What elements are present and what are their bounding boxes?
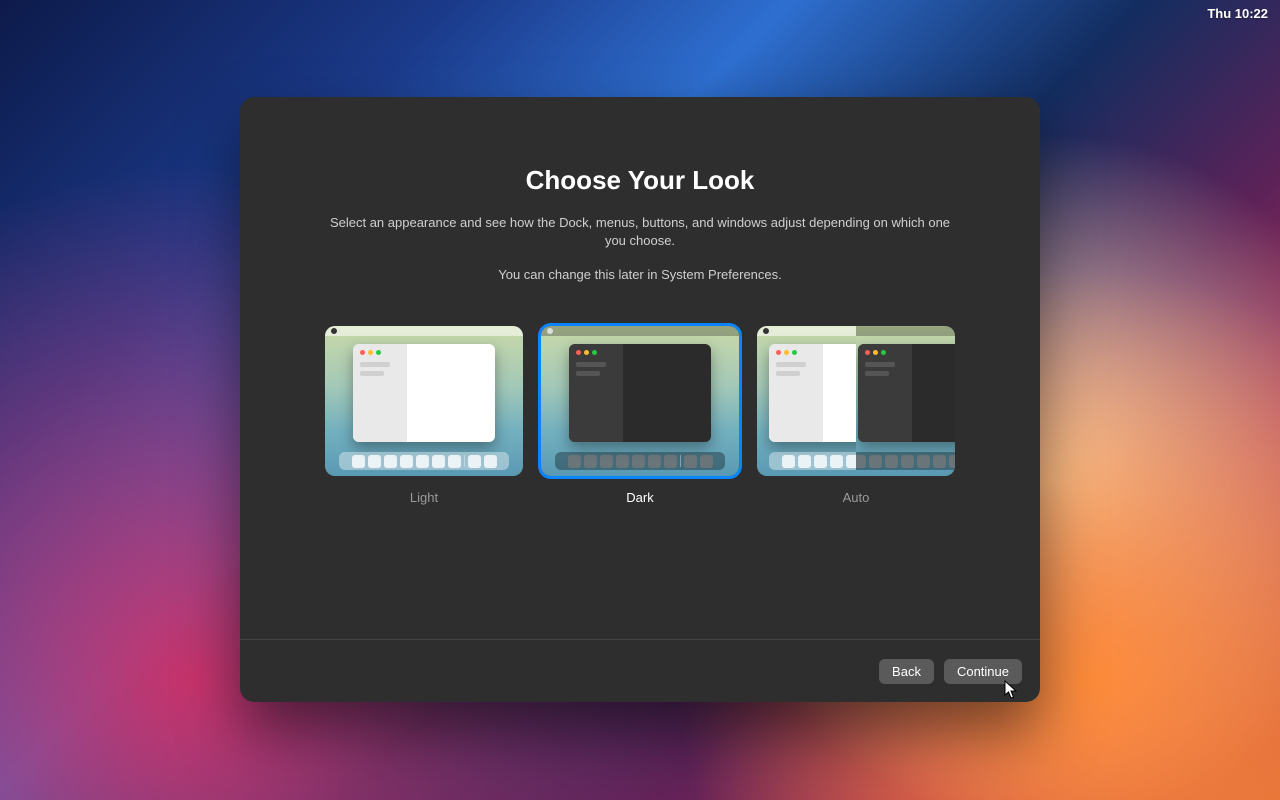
- appearance-option-auto[interactable]: Auto: [757, 326, 955, 505]
- dialog-hint: You can change this later in System Pref…: [498, 267, 782, 282]
- continue-button[interactable]: Continue: [944, 659, 1022, 684]
- appearance-setup-dialog: Choose Your Look Select an appearance an…: [240, 97, 1040, 702]
- dialog-content: Choose Your Look Select an appearance an…: [240, 97, 1040, 639]
- appearance-thumb-dark: [541, 326, 739, 476]
- dialog-footer: Back Continue: [240, 639, 1040, 702]
- desktop: Thu 10:22 Choose Your Look Select an app…: [0, 0, 1280, 800]
- appearance-option-label: Auto: [843, 490, 870, 505]
- appearance-thumb-auto: [757, 326, 955, 476]
- appearance-options: Light: [325, 326, 955, 505]
- menubar: Thu 10:22: [1195, 0, 1280, 26]
- dialog-title: Choose Your Look: [526, 165, 755, 196]
- back-button[interactable]: Back: [879, 659, 934, 684]
- appearance-option-label: Light: [410, 490, 438, 505]
- appearance-thumb-light: [325, 326, 523, 476]
- appearance-option-dark[interactable]: Dark: [541, 326, 739, 505]
- appearance-option-label: Dark: [626, 490, 653, 505]
- dialog-subtitle: Select an appearance and see how the Doc…: [320, 214, 960, 249]
- menubar-clock: Thu 10:22: [1207, 6, 1268, 21]
- appearance-option-light[interactable]: Light: [325, 326, 523, 505]
